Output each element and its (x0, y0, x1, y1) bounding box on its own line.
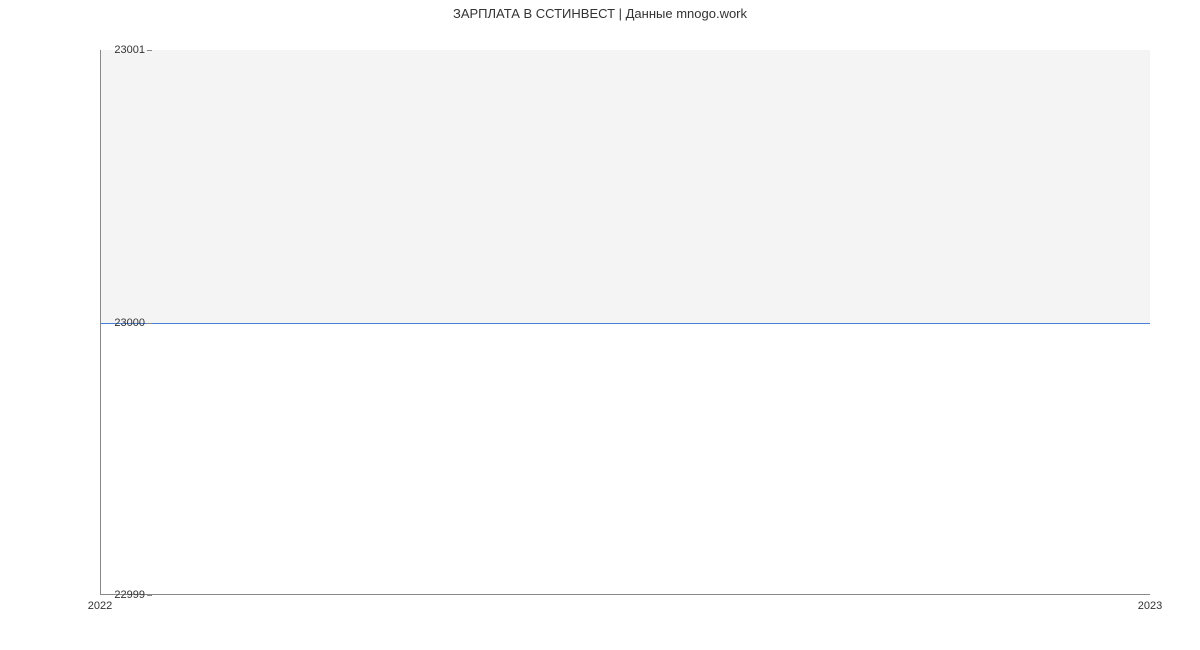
plot-bg-upper (100, 50, 1150, 323)
x-axis (100, 594, 1150, 595)
y-tick-mark (147, 50, 152, 51)
x-tick-label: 2023 (1138, 600, 1162, 612)
y-tick-label: 22999 (114, 589, 145, 601)
y-tick-text: 23000 (114, 317, 145, 329)
y-tick-text: 23001 (114, 44, 145, 56)
y-tick-mark (147, 323, 152, 324)
y-tick-mark (147, 595, 152, 596)
chart-title: ЗАРПЛАТА В ССТИНВЕСТ | Данные mnogo.work (0, 0, 1200, 27)
y-tick-label: 23000 (114, 317, 145, 329)
y-axis (100, 50, 101, 595)
y-tick-text: 22999 (114, 589, 145, 601)
x-tick-label: 2022 (88, 600, 112, 612)
y-tick-label: 23001 (114, 44, 145, 56)
plot-bg-lower (100, 323, 1150, 596)
data-line (100, 323, 1150, 324)
plot-area (100, 50, 1150, 595)
